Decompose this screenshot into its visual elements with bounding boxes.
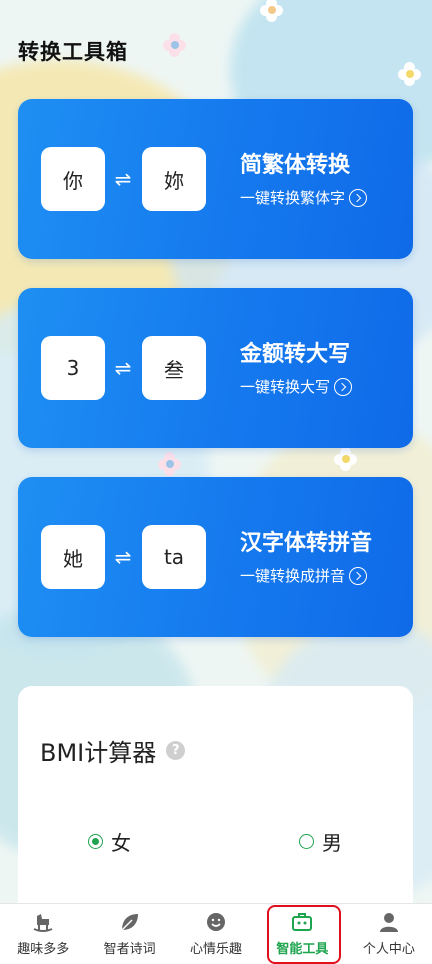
page-title: 转换工具箱	[18, 40, 128, 64]
swap-arrows-icon: ⇌	[114, 356, 132, 380]
card-subtitle-link[interactable]: 一键转换繁体字	[240, 187, 368, 208]
card-subtitle-text: 一键转换繁体字	[240, 189, 346, 207]
radio-unchecked-icon[interactable]	[299, 834, 314, 849]
gender-label-male: 男	[322, 831, 342, 855]
target-char-tile: 叁	[142, 336, 206, 400]
gender-radio-male[interactable]: 男	[299, 827, 342, 856]
gender-radio-female[interactable]: 女	[88, 827, 131, 856]
card-subtitle-text: 一键转换成拼音	[240, 567, 346, 585]
tab-mood[interactable]: 心情乐趣	[173, 904, 259, 964]
person-icon	[379, 913, 398, 932]
card-title: 简繁体转换	[240, 153, 351, 178]
swap-arrows-icon: ⇌	[114, 545, 132, 569]
swap-arrows-icon: ⇌	[114, 167, 132, 191]
chevron-right-circle-icon	[349, 188, 368, 207]
tab-fun[interactable]: 趣味多多	[0, 904, 86, 964]
source-char-tile: 3	[41, 336, 105, 400]
tab-label: 趣味多多	[17, 942, 70, 957]
card-subtitle-link[interactable]: 一键转换成拼音	[240, 565, 368, 586]
bmi-title-row: BMI计算器 ?	[40, 733, 186, 768]
gender-label-female: 女	[111, 831, 131, 855]
card-subtitle-link[interactable]: 一键转换大写	[240, 376, 353, 397]
tab-poetry[interactable]: 智者诗词	[86, 904, 172, 964]
tab-label: 智者诗词	[103, 942, 156, 957]
bottom-tab-bar: 趣味多多 智者诗词 心情乐趣 智能工具 个人中心	[0, 903, 432, 964]
card-title: 汉字体转拼音	[240, 531, 373, 556]
target-char-tile: 妳	[142, 147, 206, 211]
tab-label: 个人中心	[362, 942, 415, 957]
bmi-calculator-card: BMI计算器 ? 女 男	[18, 686, 413, 926]
tab-profile[interactable]: 个人中心	[346, 904, 432, 964]
help-icon[interactable]: ?	[166, 741, 186, 760]
target-char-tile: ta	[142, 525, 206, 589]
chevron-right-circle-icon	[349, 566, 368, 585]
radio-checked-icon[interactable]	[88, 834, 103, 849]
amount-uppercase-converter-card[interactable]: 3 ⇌ 叁 金额转大写 一键转换大写	[18, 288, 413, 448]
smile-icon	[207, 913, 226, 931]
active-tab-highlight	[267, 905, 341, 964]
leaf-icon	[121, 914, 138, 931]
rocking-horse-icon	[33, 914, 53, 932]
bmi-title: BMI计算器	[40, 739, 157, 767]
hanzi-pinyin-converter-card[interactable]: 她 ⇌ ta 汉字体转拼音 一键转换成拼音	[18, 477, 413, 637]
tab-label: 心情乐趣	[190, 942, 243, 957]
chevron-right-circle-icon	[334, 377, 353, 396]
source-char-tile: 你	[41, 147, 105, 211]
card-subtitle-text: 一键转换大写	[240, 378, 331, 396]
simplified-traditional-converter-card[interactable]: 你 ⇌ 妳 简繁体转换 一键转换繁体字	[18, 99, 413, 259]
source-char-tile: 她	[41, 525, 105, 589]
card-title: 金额转大写	[240, 342, 351, 367]
